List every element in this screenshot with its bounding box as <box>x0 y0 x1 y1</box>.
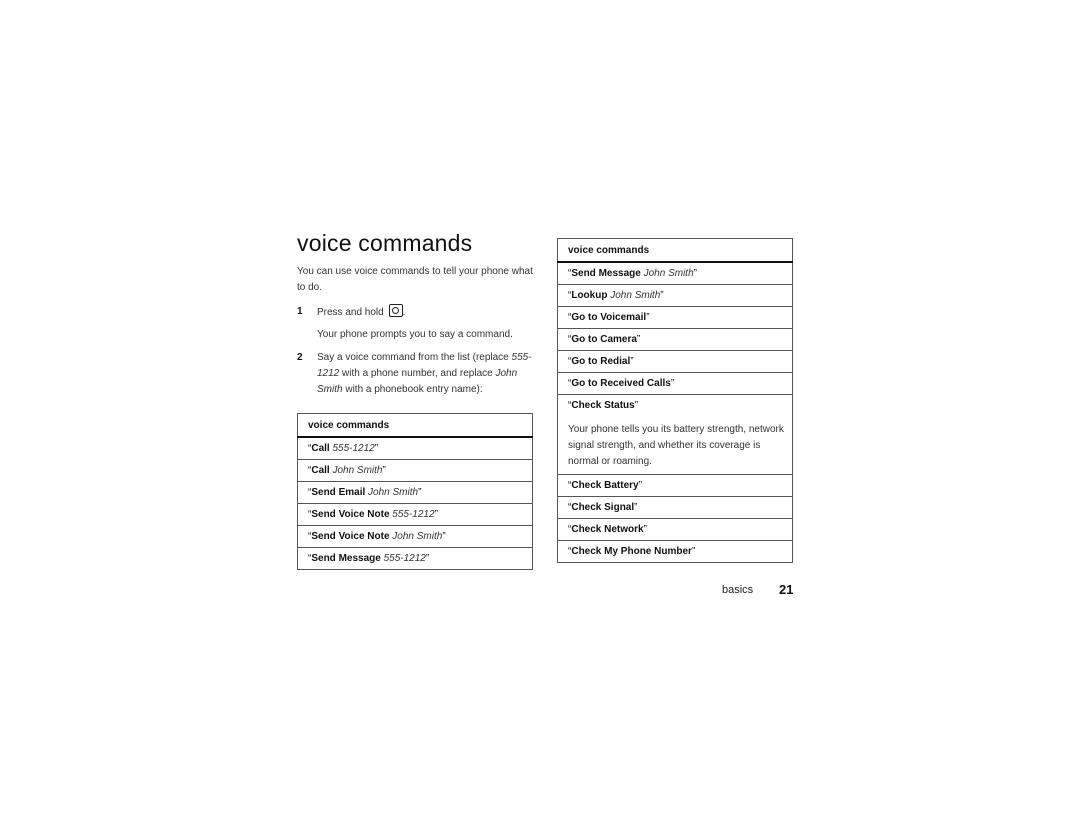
table-row: “Send Message 555-1212” <box>297 547 533 570</box>
table-row: “Check Signal” <box>557 496 793 519</box>
voice-commands-table-left: voice commands “Call 555-1212” “Call John… <box>297 413 533 570</box>
command-name: Go to Voicemail <box>571 312 647 323</box>
intro-text: You can use voice commands to tell your … <box>297 266 533 293</box>
command-name: Send Message <box>311 553 381 564</box>
table-row: “Go to Received Calls” <box>557 372 793 395</box>
command-argument: 555-1212 <box>332 443 375 454</box>
table-row: “Go to Camera” <box>557 328 793 351</box>
command-cell: “Send Message John Smith” <box>557 261 793 285</box>
step-number: 2 <box>297 352 303 363</box>
command-cell: “Check Status” <box>557 394 793 416</box>
command-cell: “Go to Redial” <box>557 350 793 373</box>
table-row: “Go to Voicemail” <box>557 306 793 329</box>
command-name: Lookup <box>571 290 608 301</box>
table-row: “Go to Redial” <box>557 350 793 373</box>
command-name: Go to Camera <box>571 334 637 345</box>
command-name: Send Message <box>571 268 641 279</box>
command-argument: John Smith <box>392 531 443 542</box>
command-name: Check Status <box>571 400 635 411</box>
command-cell: “Check Battery” <box>557 474 793 497</box>
command-cell: “Send Voice Note John Smith” <box>297 525 533 548</box>
table-row: “Check Network” <box>557 518 793 541</box>
voice-commands-table-right: voice commands “Send Message John Smith”… <box>557 238 793 563</box>
command-cell: “Send Email John Smith” <box>297 481 533 504</box>
command-argument: John Smith <box>332 465 383 476</box>
section-label: basics <box>722 584 754 596</box>
command-argument: John Smith <box>368 487 419 498</box>
command-name: Call <box>311 443 330 454</box>
command-name: Send Voice Note <box>311 531 390 542</box>
command-name: Go to Redial <box>571 356 631 367</box>
command-cell: “Check My Phone Number” <box>557 540 793 563</box>
command-name: Send Voice Note <box>311 509 390 520</box>
table-header: voice commands <box>297 413 533 438</box>
step-text: Press and hold <box>317 307 384 318</box>
step-subtext: Your phone prompts you to say a command. <box>317 329 513 340</box>
table-row: “Check My Phone Number” <box>557 540 793 563</box>
table-row: “Check Battery” <box>557 474 793 497</box>
command-name: Check Network <box>571 524 644 535</box>
command-name: Check Signal <box>571 502 635 513</box>
command-cell: “Send Message 555-1212” <box>297 547 533 570</box>
table-row: “Send Voice Note 555-1212” <box>297 503 533 526</box>
command-argument: John Smith <box>610 290 661 301</box>
command-name: Check Battery <box>571 480 639 491</box>
command-name: Go to Received Calls <box>571 378 671 389</box>
command-cell: “Send Voice Note 555-1212” <box>297 503 533 526</box>
command-name: Check My Phone Number <box>571 546 692 557</box>
command-cell: “Go to Voicemail” <box>557 306 793 329</box>
command-cell: “Go to Received Calls” <box>557 372 793 395</box>
table-row: “Send Email John Smith” <box>297 481 533 504</box>
table-row: “Check Status” <box>557 394 793 416</box>
table-row: “Call John Smith” <box>297 459 533 482</box>
command-cell: “Lookup John Smith” <box>557 284 793 307</box>
command-name: Call <box>311 465 330 476</box>
table-row: “Call 555-1212” <box>297 436 533 460</box>
step-number: 1 <box>297 306 303 317</box>
command-cell: “Go to Camera” <box>557 328 793 351</box>
command-cell: “Call John Smith” <box>297 459 533 482</box>
table-row-description: Your phone tells you its battery strengt… <box>557 416 793 475</box>
command-argument: John Smith <box>643 268 694 279</box>
table-header: voice commands <box>557 238 793 263</box>
command-argument: 555-1212 <box>392 509 435 520</box>
voice-key-icon <box>388 304 403 317</box>
step-text: Say a voice command from the list (repla… <box>317 352 532 395</box>
table-row: “Send Message John Smith” <box>557 261 793 285</box>
table-row: “Send Voice Note John Smith” <box>297 525 533 548</box>
command-cell: “Call 555-1212” <box>297 436 533 460</box>
page-title: voice commands <box>297 230 473 256</box>
command-description: Your phone tells you its battery strengt… <box>557 416 793 475</box>
page-number: 21 <box>779 582 794 597</box>
table-row: “Lookup John Smith” <box>557 284 793 307</box>
command-argument: 555-1212 <box>383 553 426 564</box>
command-cell: “Check Network” <box>557 518 793 541</box>
command-name: Send Email <box>311 487 366 498</box>
command-cell: “Check Signal” <box>557 496 793 519</box>
